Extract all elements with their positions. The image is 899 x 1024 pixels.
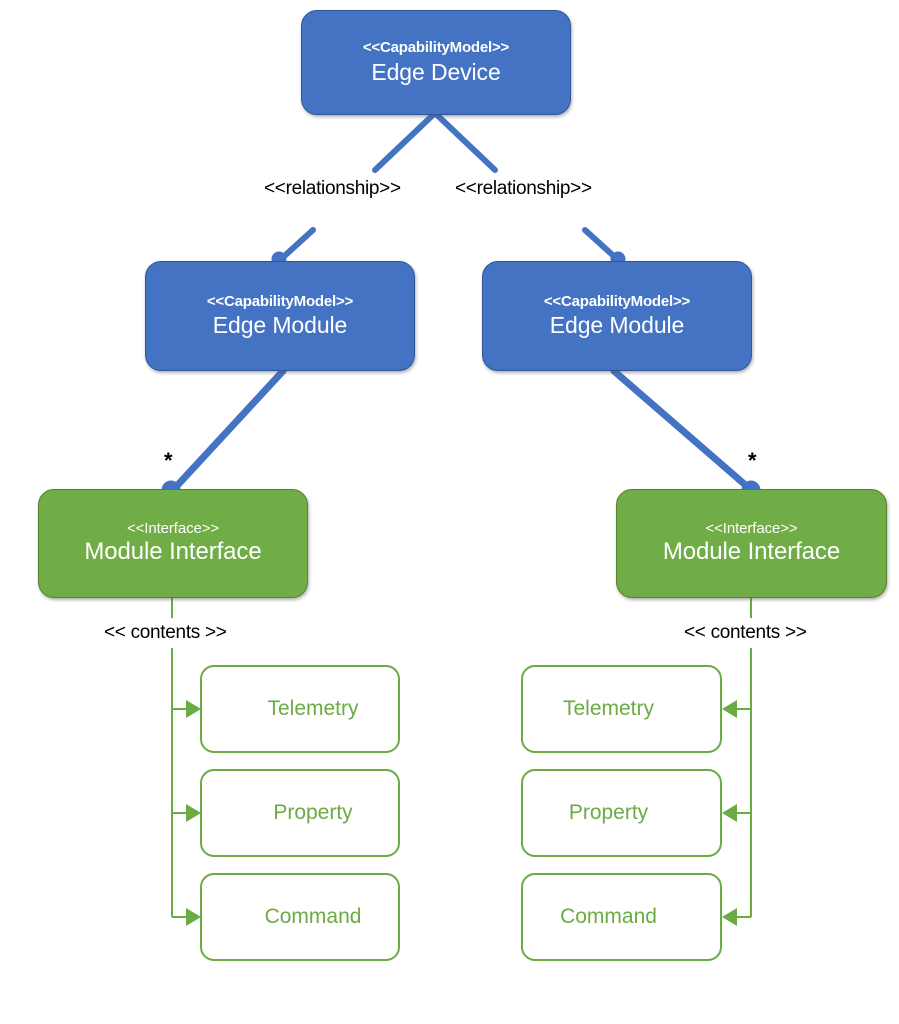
- node-content-right-property[interactable]: Property: [521, 769, 722, 857]
- connector-left-module-to-left-interface: [170, 367, 287, 493]
- node-content-left-telemetry[interactable]: Telemetry: [200, 665, 400, 753]
- multiplicity-right-interface: *: [748, 448, 757, 473]
- node-content-left-command[interactable]: Command: [200, 873, 400, 961]
- node-module-interface-left-title: Module Interface: [84, 538, 262, 566]
- contents-arrow-left-command: [186, 908, 201, 926]
- node-module-interface-left-stereotype: <<Interface>>: [126, 519, 220, 537]
- connector-right-module-to-right-interface: [610, 367, 754, 493]
- node-edge-module-left[interactable]: <<CapabilityModel>> Edge Module: [145, 261, 415, 371]
- edge-label-contents-left: << contents >>: [104, 622, 227, 643]
- connector-device-to-right-module-lower: [582, 227, 620, 262]
- edge-label-relationship-right: <<relationship>>: [455, 178, 592, 199]
- node-content-right-telemetry-title: Telemetry: [562, 697, 655, 721]
- node-content-right-command[interactable]: Command: [521, 873, 722, 961]
- connector-device-to-right-module-upper: [433, 111, 498, 173]
- contents-arrow-right-property: [722, 804, 737, 822]
- node-content-left-property[interactable]: Property: [200, 769, 400, 857]
- connector-device-to-left-module-lower: [277, 227, 316, 263]
- node-module-interface-right-stereotype: <<Interface>>: [705, 519, 798, 537]
- contents-arrow-right-command: [722, 908, 737, 926]
- edge-label-relationship-left: <<relationship>>: [264, 178, 401, 199]
- multiplicity-left-interface: *: [164, 448, 173, 473]
- node-edge-module-left-stereotype: <<CapabilityModel>>: [206, 292, 354, 310]
- node-edge-device-title: Edge Device: [371, 58, 501, 85]
- connector-device-to-left-module-upper: [372, 111, 437, 173]
- node-edge-device[interactable]: <<CapabilityModel>> Edge Device: [301, 10, 571, 115]
- edge-label-contents-right: << contents >>: [684, 622, 807, 643]
- node-edge-module-right-title: Edge Module: [549, 312, 685, 339]
- contents-arrow-left-telemetry: [186, 700, 201, 718]
- node-content-left-telemetry-title: Telemetry: [267, 697, 359, 721]
- contents-arrow-right-telemetry: [722, 700, 737, 718]
- node-edge-module-right-stereotype: <<CapabilityModel>>: [543, 292, 691, 310]
- node-module-interface-right[interactable]: <<Interface>> Module Interface: [616, 489, 887, 598]
- node-content-right-telemetry[interactable]: Telemetry: [521, 665, 722, 753]
- node-module-interface-left[interactable]: <<Interface>> Module Interface: [38, 489, 308, 598]
- node-content-left-command-title: Command: [264, 905, 362, 929]
- contents-arrow-left-property: [186, 804, 201, 822]
- node-edge-module-right[interactable]: <<CapabilityModel>> Edge Module: [482, 261, 752, 371]
- node-edge-module-left-title: Edge Module: [212, 312, 348, 339]
- node-content-right-command-title: Command: [560, 905, 657, 929]
- node-edge-device-stereotype: <<CapabilityModel>>: [362, 39, 510, 57]
- node-content-left-property-title: Property: [273, 801, 353, 825]
- node-module-interface-right-title: Module Interface: [662, 538, 841, 566]
- diagram-canvas: <<CapabilityModel>> Edge Device <<Capabi…: [0, 0, 899, 1024]
- node-content-right-property-title: Property: [568, 801, 649, 825]
